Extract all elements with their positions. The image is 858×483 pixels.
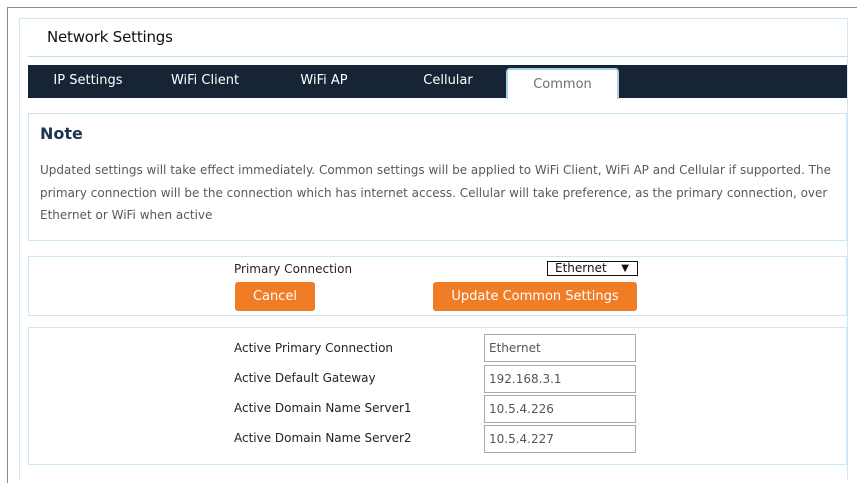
- active-primary-connection-label: Active Primary Connection: [234, 341, 394, 355]
- tab-bar: IP Settings WiFi Client WiFi AP Cellular…: [28, 65, 847, 99]
- dropdown-arrow-icon: ▼: [621, 263, 629, 274]
- tab-wifi-ap[interactable]: WiFi AP: [292, 65, 356, 98]
- active-default-gateway-label: Active Default Gateway: [234, 371, 376, 385]
- tab-ip-settings[interactable]: IP Settings: [46, 65, 130, 98]
- active-default-gateway-field[interactable]: 192.168.3.1: [484, 365, 636, 393]
- active-primary-connection-field[interactable]: Ethernet: [484, 334, 636, 362]
- active-connection-info: Active Primary Connection Ethernet Activ…: [28, 327, 847, 465]
- primary-connection-select[interactable]: Ethernet ▼: [547, 261, 638, 276]
- tab-wifi-client[interactable]: WiFi Client: [163, 65, 247, 98]
- note-text: Updated settings will take effect immedi…: [40, 163, 831, 222]
- active-dns2-label: Active Domain Name Server2: [234, 431, 412, 445]
- note-box: Note Updated settings will take effect i…: [28, 113, 847, 241]
- title-divider: [28, 56, 847, 57]
- tab-cellular[interactable]: Cellular: [412, 65, 484, 98]
- primary-connection-form: Primary Connection Ethernet ▼ Cancel Upd…: [28, 256, 847, 316]
- cancel-button[interactable]: Cancel: [235, 282, 315, 311]
- update-common-settings-button[interactable]: Update Common Settings: [433, 282, 637, 311]
- active-dns2-field[interactable]: 10.5.4.227: [484, 425, 636, 453]
- tab-common[interactable]: Common: [506, 68, 619, 99]
- primary-connection-value: Ethernet: [555, 261, 607, 275]
- note-title: Note: [40, 124, 83, 143]
- primary-connection-label: Primary Connection: [234, 262, 353, 276]
- active-dns1-field[interactable]: 10.5.4.226: [484, 395, 636, 423]
- active-dns1-label: Active Domain Name Server1: [234, 401, 412, 415]
- page-title: Network Settings: [47, 28, 173, 46]
